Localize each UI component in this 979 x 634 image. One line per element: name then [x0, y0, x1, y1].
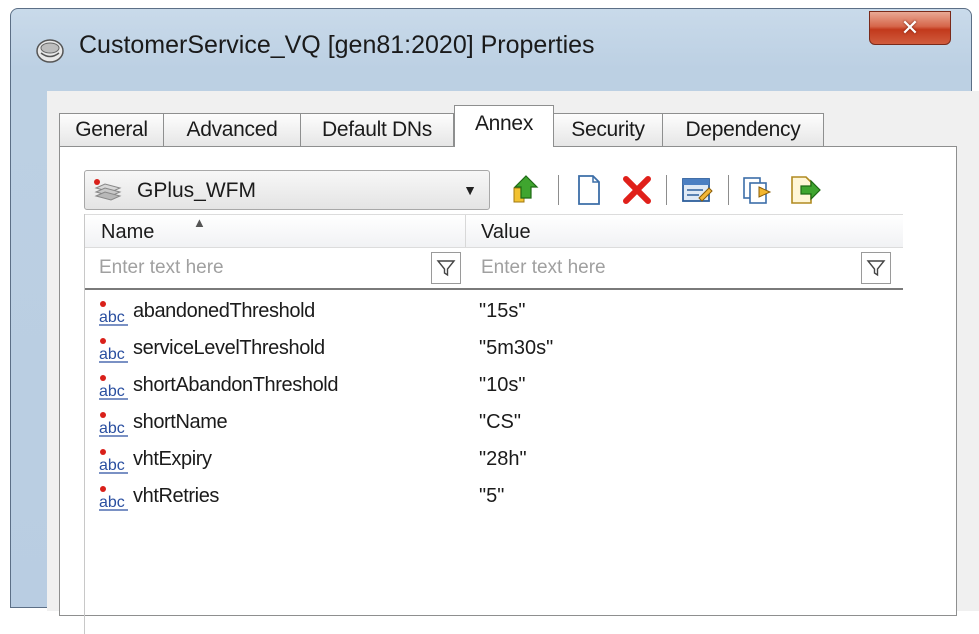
tab-general[interactable]: General — [59, 113, 164, 146]
string-type-icon: abc — [99, 486, 128, 511]
svg-text:abc: abc — [99, 494, 125, 511]
filter-icon — [866, 260, 886, 277]
table-row[interactable]: abc shortName "CS" — [85, 405, 903, 442]
tab-default-dns[interactable]: Default DNs — [300, 113, 454, 146]
export-button[interactable] — [788, 173, 822, 207]
string-type-icon: abc — [99, 301, 128, 326]
section-select-value: GPlus_WFM — [137, 179, 257, 202]
new-icon — [578, 175, 600, 205]
delete-button[interactable] — [620, 173, 654, 207]
option-value: "10s" — [479, 374, 526, 396]
tab-strip: General Advanced Default DNs Annex Secur… — [59, 105, 959, 147]
filter-icon — [436, 260, 456, 277]
delete-icon — [623, 176, 651, 204]
section-folder-icon — [94, 179, 122, 201]
export-icon — [791, 176, 821, 204]
option-name: vhtExpiry — [133, 448, 212, 470]
copy-button[interactable] — [740, 173, 774, 207]
filter-row — [85, 248, 903, 290]
name-filter-button[interactable] — [431, 252, 461, 284]
copy-icon — [743, 177, 772, 204]
edit-icon — [682, 178, 713, 202]
tab-dependency[interactable]: Dependency — [662, 113, 824, 146]
string-type-icon: abc — [99, 412, 128, 437]
tab-annex[interactable]: Annex — [454, 105, 554, 147]
grid-rows: abc abandonedThreshold "15s" abc service… — [85, 294, 903, 516]
option-name: serviceLevelThreshold — [133, 337, 325, 359]
option-name: shortAbandonThreshold — [133, 374, 339, 396]
option-value: "5m30s" — [479, 337, 554, 359]
dialog-client-area: General Advanced Default DNs Annex Secur… — [47, 91, 979, 634]
name-filter-input[interactable] — [85, 252, 425, 284]
close-button[interactable]: ✕ — [869, 11, 951, 45]
string-type-icon: abc — [99, 449, 128, 474]
column-header-value[interactable]: Value — [481, 221, 531, 244]
toolbar-separator — [728, 175, 729, 205]
table-row[interactable]: abc abandonedThreshold "15s" — [85, 294, 903, 331]
section-select[interactable]: GPlus_WFM ▼ — [84, 170, 490, 210]
title-bar[interactable]: CustomerService_VQ [gen81:2020] Properti… — [11, 9, 971, 79]
edit-button[interactable] — [680, 173, 714, 207]
annex-options-grid: Name ▲ Value Enter text here Enter text … — [84, 214, 903, 634]
tab-advanced[interactable]: Advanced — [163, 113, 301, 146]
toolbar-separator — [558, 175, 559, 205]
new-button[interactable] — [572, 173, 606, 207]
grid-header: Name ▲ Value — [85, 214, 903, 248]
value-filter-input[interactable] — [467, 252, 855, 284]
column-divider[interactable] — [465, 215, 466, 247]
toolbar-separator — [666, 175, 667, 205]
table-row[interactable]: abc vhtExpiry "28h" — [85, 442, 903, 479]
svg-text:abc: abc — [99, 383, 125, 400]
table-row[interactable]: abc vhtRetries "5" — [85, 479, 903, 516]
option-value: "5" — [479, 485, 505, 507]
up-level-icon — [513, 175, 539, 203]
option-name: shortName — [133, 411, 228, 433]
option-name: vhtRetries — [133, 485, 220, 507]
annex-panel: GPlus_WFM ▼ Name ▲ Value Enter text here… — [59, 146, 957, 634]
svg-text:abc: abc — [99, 420, 125, 437]
option-value: "28h" — [479, 448, 527, 470]
properties-window: CustomerService_VQ [gen81:2020] Properti… — [10, 8, 979, 634]
option-value: "15s" — [479, 300, 526, 322]
svg-text:abc: abc — [99, 309, 125, 326]
string-type-icon: abc — [99, 338, 128, 363]
sort-ascending-icon: ▲ — [193, 215, 206, 230]
close-icon: ✕ — [900, 15, 920, 41]
window-title: CustomerService_VQ [gen81:2020] Properti… — [79, 31, 595, 59]
annex-toolbar — [508, 167, 888, 211]
virtual-queue-icon — [36, 39, 64, 63]
up-level-button[interactable] — [508, 173, 542, 207]
svg-text:abc: abc — [99, 457, 125, 474]
table-row[interactable]: abc shortAbandonThreshold "10s" — [85, 368, 903, 405]
svg-text:abc: abc — [99, 346, 125, 363]
option-value: "CS" — [479, 411, 521, 433]
value-filter-button[interactable] — [861, 252, 891, 284]
chevron-down-icon: ▼ — [463, 182, 477, 198]
column-header-name[interactable]: Name — [101, 221, 154, 244]
tab-security[interactable]: Security — [553, 113, 663, 146]
table-row[interactable]: abc serviceLevelThreshold "5m30s" — [85, 331, 903, 368]
option-name: abandonedThreshold — [133, 300, 315, 322]
string-type-icon: abc — [99, 375, 128, 400]
